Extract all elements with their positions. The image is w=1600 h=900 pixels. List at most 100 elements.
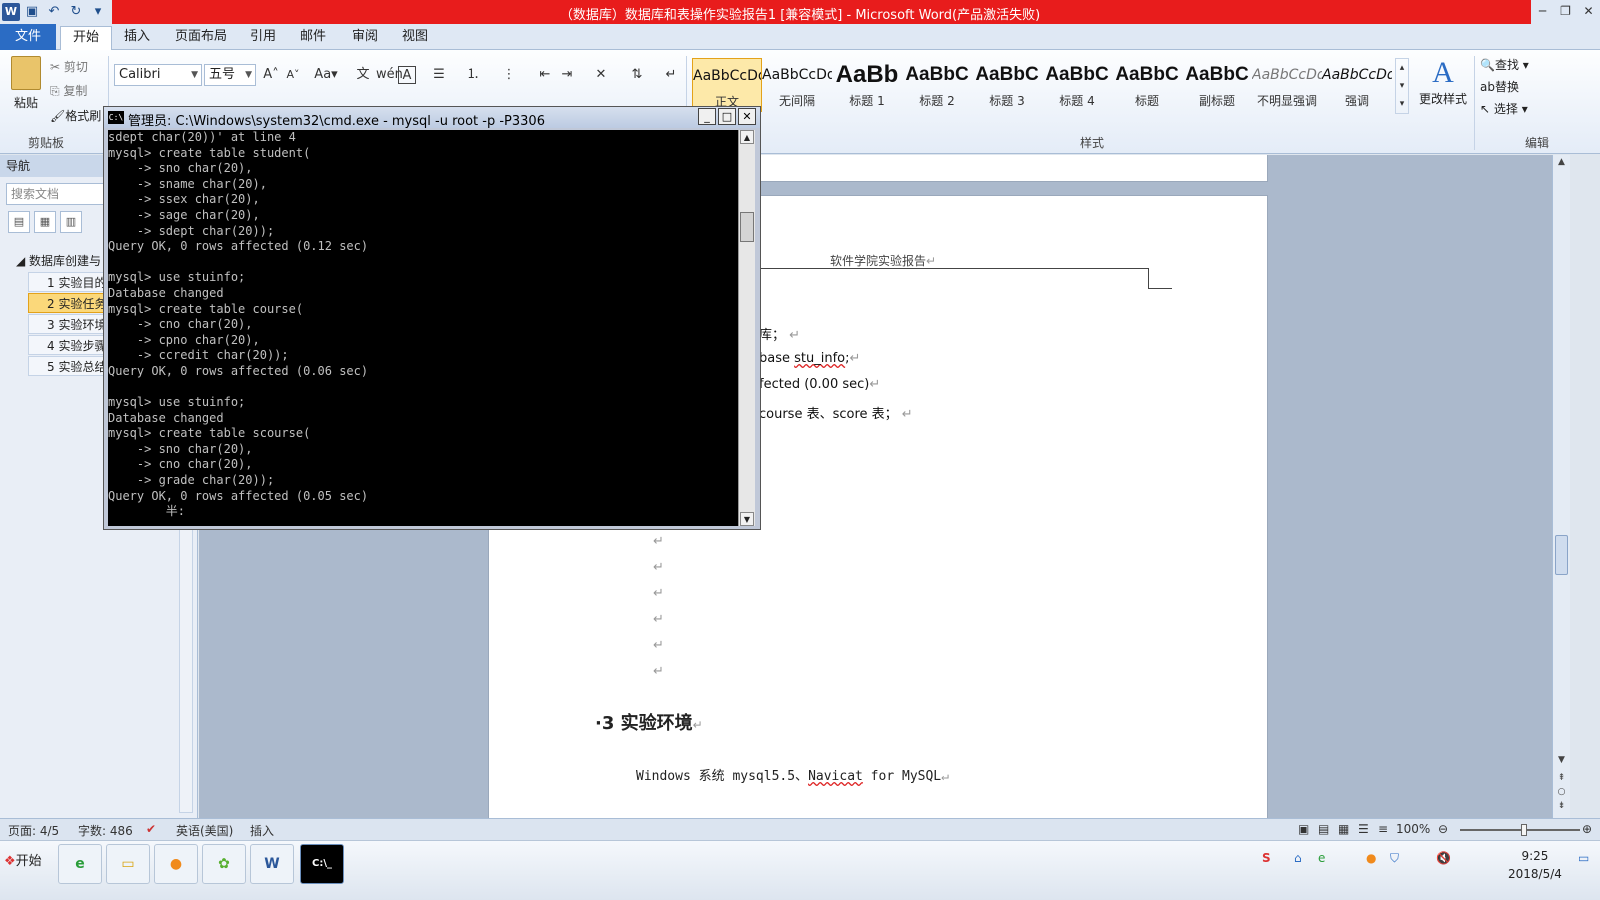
word-count[interactable]: 字数: 486 bbox=[78, 822, 133, 839]
next-page-icon[interactable]: ⇟ bbox=[1554, 801, 1569, 815]
style-normal[interactable]: AaBbCcDd 正文 bbox=[692, 58, 762, 112]
numbering-icon[interactable]: ⒈ bbox=[462, 64, 484, 86]
tray-network-icon[interactable]: ⌂ bbox=[1294, 851, 1302, 865]
format-painter-button[interactable]: 🖌格式刷 bbox=[50, 107, 101, 124]
proofing-icon[interactable]: ✔ bbox=[146, 822, 156, 836]
taskbar-browser-icon[interactable]: e bbox=[58, 844, 102, 884]
taskbar-qq-icon[interactable]: ● bbox=[154, 844, 198, 884]
show-desktop-icon[interactable]: ▭ bbox=[1578, 851, 1589, 865]
language[interactable]: 英语(美国) bbox=[176, 822, 233, 839]
change-styles-button[interactable]: A 更改样式 bbox=[1418, 56, 1468, 107]
cmd-maximize-button[interactable]: □ bbox=[718, 108, 736, 125]
browse-object-icon[interactable]: ○ bbox=[1554, 787, 1569, 801]
taskbar-explorer-icon[interactable]: ▭ bbox=[106, 844, 150, 884]
tab-home[interactable]: 开始 bbox=[60, 26, 113, 50]
style-heading-2[interactable]: AaBbC 标题 2 bbox=[902, 58, 972, 112]
volume-muted-icon[interactable]: 🔇 bbox=[1436, 851, 1451, 865]
full-screen-reading-icon[interactable]: ▤ bbox=[1318, 822, 1329, 836]
cut-button[interactable]: ✂ 剪切 bbox=[50, 58, 88, 75]
scroll-down-icon[interactable]: ▼ bbox=[740, 512, 754, 526]
pinyin-icon[interactable]: 文 bbox=[352, 64, 374, 86]
document-vertical-scrollbar[interactable]: ▲ ▼ ⇞ ○ ⇟ bbox=[1552, 155, 1570, 818]
select-button[interactable]: ↖ 选择 ▾ bbox=[1480, 100, 1528, 117]
restore-button[interactable]: ❐ bbox=[1554, 0, 1577, 24]
decrease-indent-icon[interactable]: ⇤ bbox=[534, 64, 556, 86]
scroll-up-icon[interactable]: ▲ bbox=[1554, 157, 1569, 171]
zoom-out-icon[interactable]: ⊖ bbox=[1438, 822, 1448, 836]
scroll-thumb[interactable] bbox=[1555, 535, 1568, 575]
style-subtle-emphasis[interactable]: AaBbCcDd 不明显强调 bbox=[1252, 58, 1322, 112]
scroll-down-icon[interactable]: ▼ bbox=[1554, 755, 1569, 769]
taskbar-word-icon[interactable]: W bbox=[250, 844, 294, 884]
ribbon-tabs: 文件 开始 插入 页面布局 引用 邮件 审阅 视图 bbox=[0, 24, 1600, 50]
change-case-button[interactable]: Aa▾ bbox=[312, 64, 340, 86]
browse-results-icon[interactable]: ▥ bbox=[60, 211, 82, 233]
find-button[interactable]: 🔍查找 ▾ bbox=[1480, 56, 1529, 73]
prev-page-icon[interactable]: ⇞ bbox=[1554, 773, 1569, 787]
tab-review[interactable]: 审阅 bbox=[340, 26, 390, 50]
browse-pages-icon[interactable]: ▦ bbox=[34, 211, 56, 233]
paste-button[interactable]: 粘贴 bbox=[8, 56, 44, 111]
style-emphasis[interactable]: AaBbCcDd 强调 bbox=[1322, 58, 1392, 112]
style-title[interactable]: AaBbC 标题 bbox=[1112, 58, 1182, 112]
style-subtitle[interactable]: AaBbC 副标题 bbox=[1182, 58, 1252, 112]
doc-line: 库； ↵ bbox=[759, 328, 801, 343]
tray-qq-icon[interactable]: ● bbox=[1366, 851, 1376, 865]
multilevel-list-icon[interactable]: ⋮ bbox=[498, 64, 520, 86]
replace-button[interactable]: ab替换 bbox=[1480, 78, 1519, 95]
system-clock[interactable]: 9:25 2018/5/4 bbox=[1508, 847, 1562, 883]
start-button[interactable]: ❖开始 bbox=[0, 841, 52, 883]
style-no-spacing[interactable]: AaBbCcDd 无间隔 bbox=[762, 58, 832, 112]
style-heading-1[interactable]: AaBb 标题 1 bbox=[832, 58, 902, 112]
scroll-up-icon[interactable]: ▲ bbox=[740, 130, 754, 144]
cmd-window[interactable]: C:\ 管理员: C:\Windows\system32\cmd.exe - m… bbox=[103, 106, 761, 530]
cmd-console-output[interactable]: sdept char(20))' at line 4 mysql> create… bbox=[108, 130, 738, 526]
taskbar-cmd-icon[interactable]: C:\_ bbox=[300, 844, 344, 884]
close-button[interactable]: ✕ bbox=[1577, 0, 1600, 24]
tray-shield-icon[interactable]: ⛉ bbox=[1390, 851, 1399, 866]
char-border-icon[interactable]: wén bbox=[376, 64, 403, 86]
print-layout-icon[interactable]: ▣ bbox=[1298, 822, 1309, 836]
tab-view[interactable]: 视图 bbox=[390, 26, 440, 50]
bullets-icon[interactable]: ☰ bbox=[428, 64, 450, 86]
shrink-font-button[interactable]: A˅ bbox=[282, 64, 304, 86]
char-box-icon[interactable]: A bbox=[398, 66, 416, 84]
doc-line: course 表、score 表； ↵ bbox=[759, 407, 913, 422]
tray-browser-icon[interactable]: e bbox=[1318, 851, 1325, 865]
cmd-scroll-thumb[interactable] bbox=[740, 212, 754, 242]
browse-headings-icon[interactable]: ▤ bbox=[8, 211, 30, 233]
cmd-minimize-button[interactable]: _ bbox=[698, 108, 716, 125]
taskbar-app-icon[interactable]: ✿ bbox=[202, 844, 246, 884]
increase-indent-icon[interactable]: ⇥ bbox=[556, 64, 578, 86]
styles-scroll-button[interactable]: ▴ ▾ ▾ bbox=[1395, 58, 1409, 114]
cmd-title-bar[interactable]: C:\ 管理员: C:\Windows\system32\cmd.exe - m… bbox=[104, 107, 760, 129]
taskbar: ❖开始 e ▭ ● ✿ W C:\_ S ⌂ e ● ⛉ 🔇 9:25 2018… bbox=[0, 840, 1600, 900]
copy-button[interactable]: ⎘ 复制 bbox=[50, 82, 87, 99]
tab-page-layout[interactable]: 页面布局 bbox=[163, 26, 239, 50]
zoom-slider-thumb[interactable] bbox=[1521, 824, 1527, 836]
font-size-select[interactable]: 五号 ▼ bbox=[204, 64, 256, 86]
outline-icon[interactable]: ☰ bbox=[1358, 822, 1369, 836]
sort-icon[interactable]: ⇅ bbox=[626, 64, 648, 86]
grow-font-button[interactable]: A˄ bbox=[260, 64, 282, 86]
page-count[interactable]: 页面: 4/5 bbox=[8, 822, 59, 839]
cmd-scrollbar[interactable]: ▲ ▼ bbox=[738, 130, 755, 526]
font-name-select[interactable]: Calibri ▼ bbox=[114, 64, 202, 86]
chinese-layout-icon[interactable]: ✕ bbox=[590, 64, 612, 86]
tab-insert[interactable]: 插入 bbox=[112, 26, 162, 50]
show-marks-icon[interactable]: ↵ bbox=[660, 64, 682, 86]
zoom-in-icon[interactable]: ⊕ bbox=[1582, 822, 1592, 836]
web-layout-icon[interactable]: ▦ bbox=[1338, 822, 1349, 836]
cmd-close-button[interactable]: ✕ bbox=[738, 108, 756, 125]
style-heading-4[interactable]: AaBbC 标题 4 bbox=[1042, 58, 1112, 112]
draft-icon[interactable]: ≡ bbox=[1378, 822, 1388, 836]
minimize-button[interactable]: ─ bbox=[1531, 0, 1554, 24]
zoom-slider[interactable] bbox=[1460, 829, 1580, 831]
tab-file[interactable]: 文件 bbox=[0, 24, 56, 50]
zoom-level[interactable]: 100% bbox=[1396, 822, 1430, 836]
tab-references[interactable]: 引用 bbox=[238, 26, 288, 50]
tab-mailings[interactable]: 邮件 bbox=[288, 26, 338, 50]
insert-mode[interactable]: 插入 bbox=[250, 822, 274, 839]
ime-icon[interactable]: S bbox=[1262, 851, 1271, 865]
style-heading-3[interactable]: AaBbC 标题 3 bbox=[972, 58, 1042, 112]
